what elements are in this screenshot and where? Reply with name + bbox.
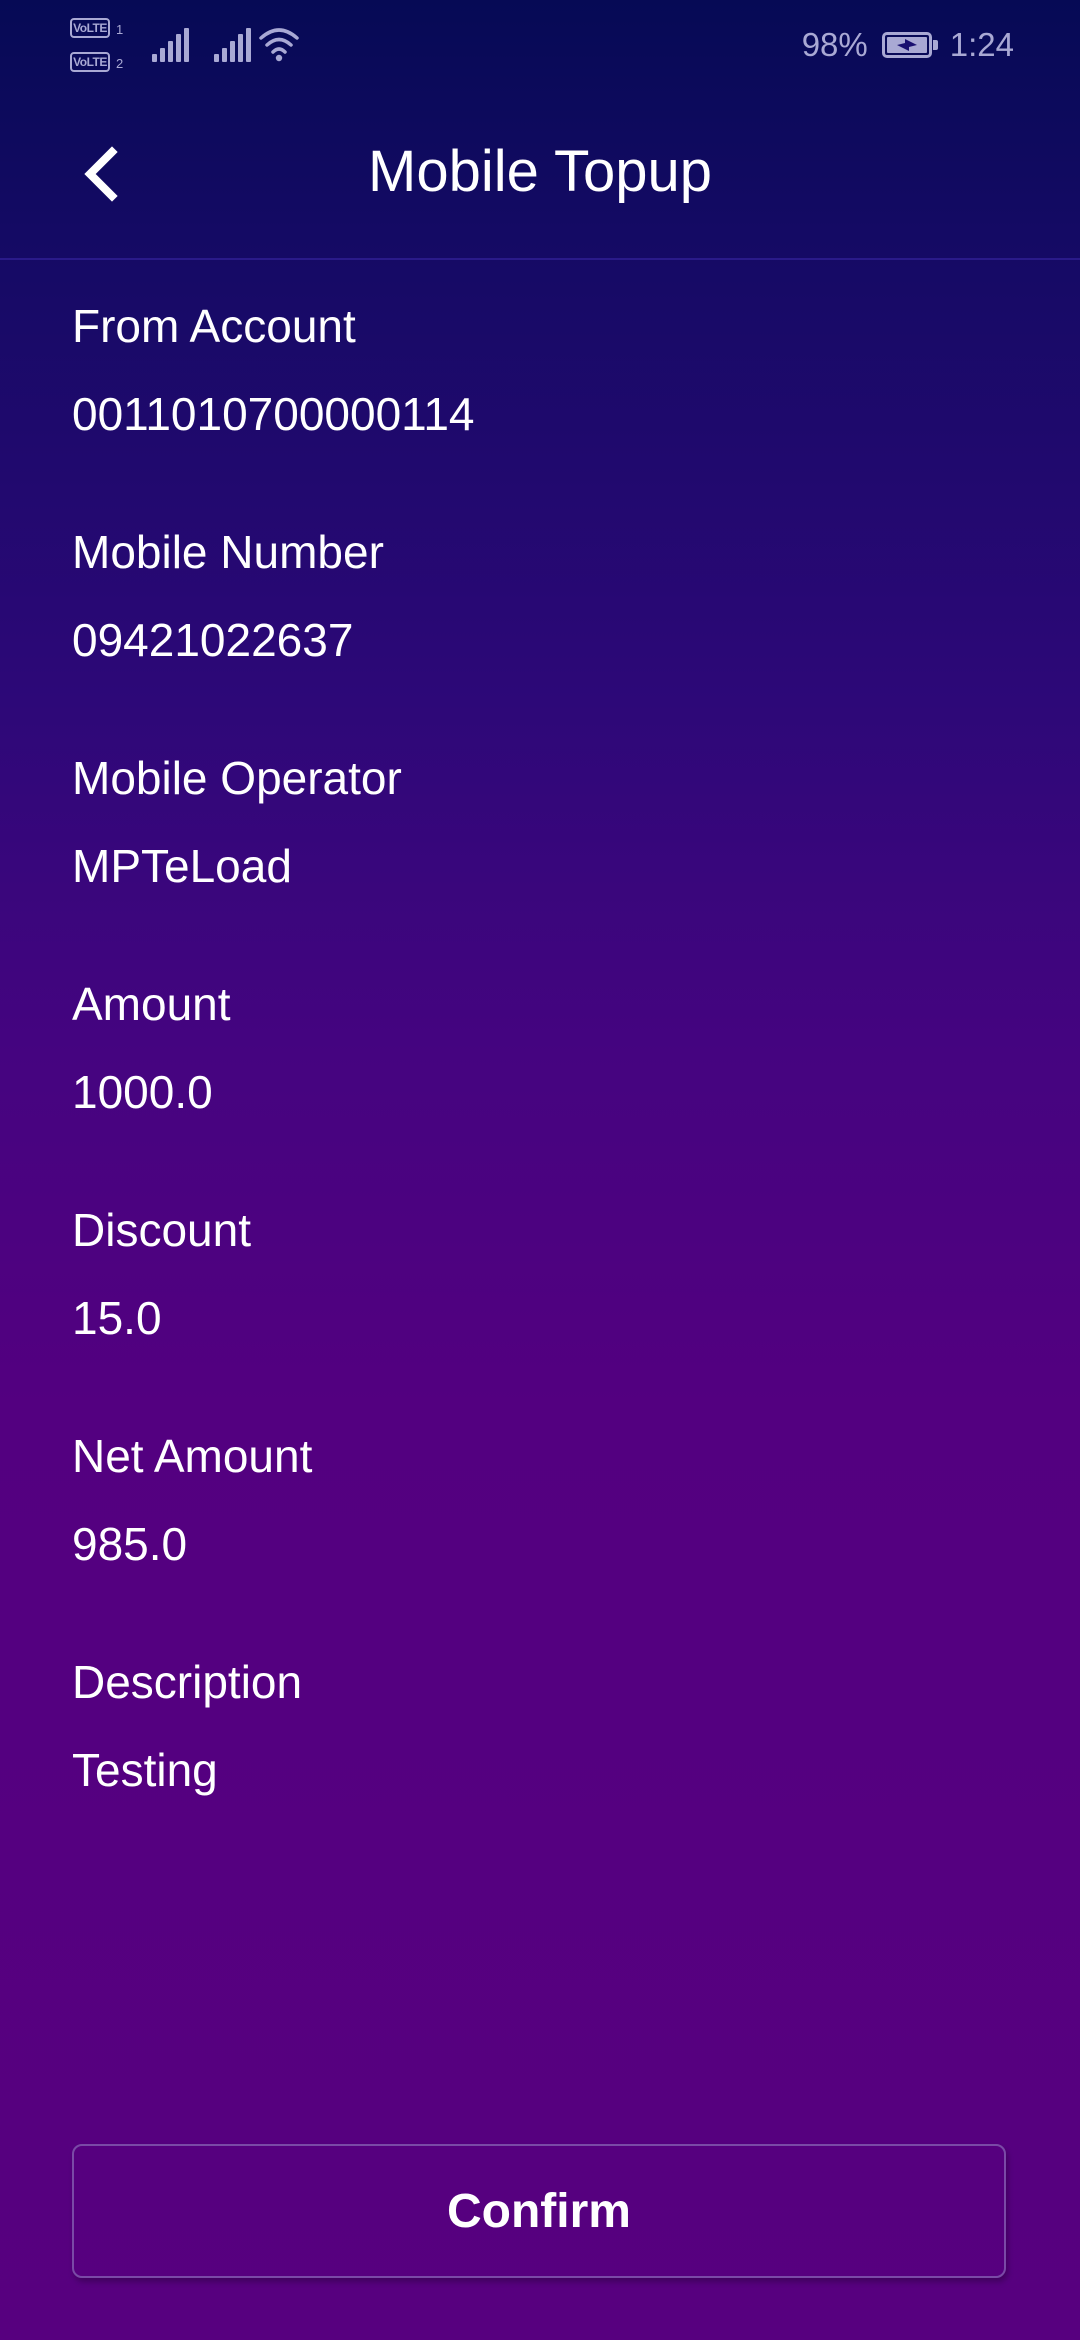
detail-description: Description Testing bbox=[72, 1654, 1012, 1880]
battery-percent: 98% bbox=[801, 26, 868, 63]
field-label: Mobile Operator bbox=[72, 752, 402, 804]
page-title: Mobile Topup bbox=[368, 139, 712, 204]
field-label: Amount bbox=[72, 978, 231, 1030]
battery-charging-icon bbox=[881, 32, 938, 58]
clock: 1:24 bbox=[949, 26, 1014, 63]
sim-2-number: 2 bbox=[116, 56, 124, 71]
volte-icon: VoLTE bbox=[70, 52, 110, 72]
status-right: 98% 1:24 bbox=[802, 24, 1014, 66]
field-value: 985.0 bbox=[72, 1518, 188, 1570]
field-value: 09421022637 bbox=[72, 614, 354, 666]
sim-1-number: 1 bbox=[116, 22, 124, 37]
field-label: Mobile Number bbox=[72, 526, 384, 578]
signal-icon bbox=[152, 26, 190, 62]
field-label: Discount bbox=[72, 1204, 251, 1256]
topup-details: From Account 0011010700000114 Mobile Num… bbox=[72, 298, 1012, 1880]
field-label: Description bbox=[72, 1656, 303, 1708]
field-label: From Account bbox=[72, 300, 356, 352]
field-label: Net Amount bbox=[72, 1430, 313, 1482]
volte-icon: VoLTE bbox=[70, 18, 110, 38]
confirm-button[interactable]: Confirm bbox=[72, 2144, 1006, 2278]
detail-from-account: From Account 0011010700000114 bbox=[72, 298, 1012, 524]
detail-amount: Amount 1000.0 bbox=[72, 976, 1012, 1202]
detail-net-amount: Net Amount 985.0 bbox=[72, 1428, 1012, 1654]
field-value: 1000.0 bbox=[72, 1066, 213, 1118]
app-bar: Mobile Topup bbox=[0, 96, 1080, 260]
field-value: MPTeLoad bbox=[72, 840, 292, 892]
field-value: 15.0 bbox=[72, 1292, 162, 1344]
field-value: 0011010700000114 bbox=[72, 388, 475, 440]
detail-discount: Discount 15.0 bbox=[72, 1202, 1012, 1428]
wifi-icon bbox=[259, 28, 299, 62]
detail-mobile-operator: Mobile Operator MPTeLoad bbox=[72, 750, 1012, 976]
sim-indicators: VoLTE 1 VoLTE 2 bbox=[70, 16, 132, 76]
field-value: Testing bbox=[72, 1744, 218, 1796]
signal-icon bbox=[214, 26, 252, 62]
detail-mobile-number: Mobile Number 09421022637 bbox=[72, 524, 1012, 750]
status-bar: VoLTE 1 VoLTE 2 98% 1:24 bbox=[0, 0, 1080, 96]
